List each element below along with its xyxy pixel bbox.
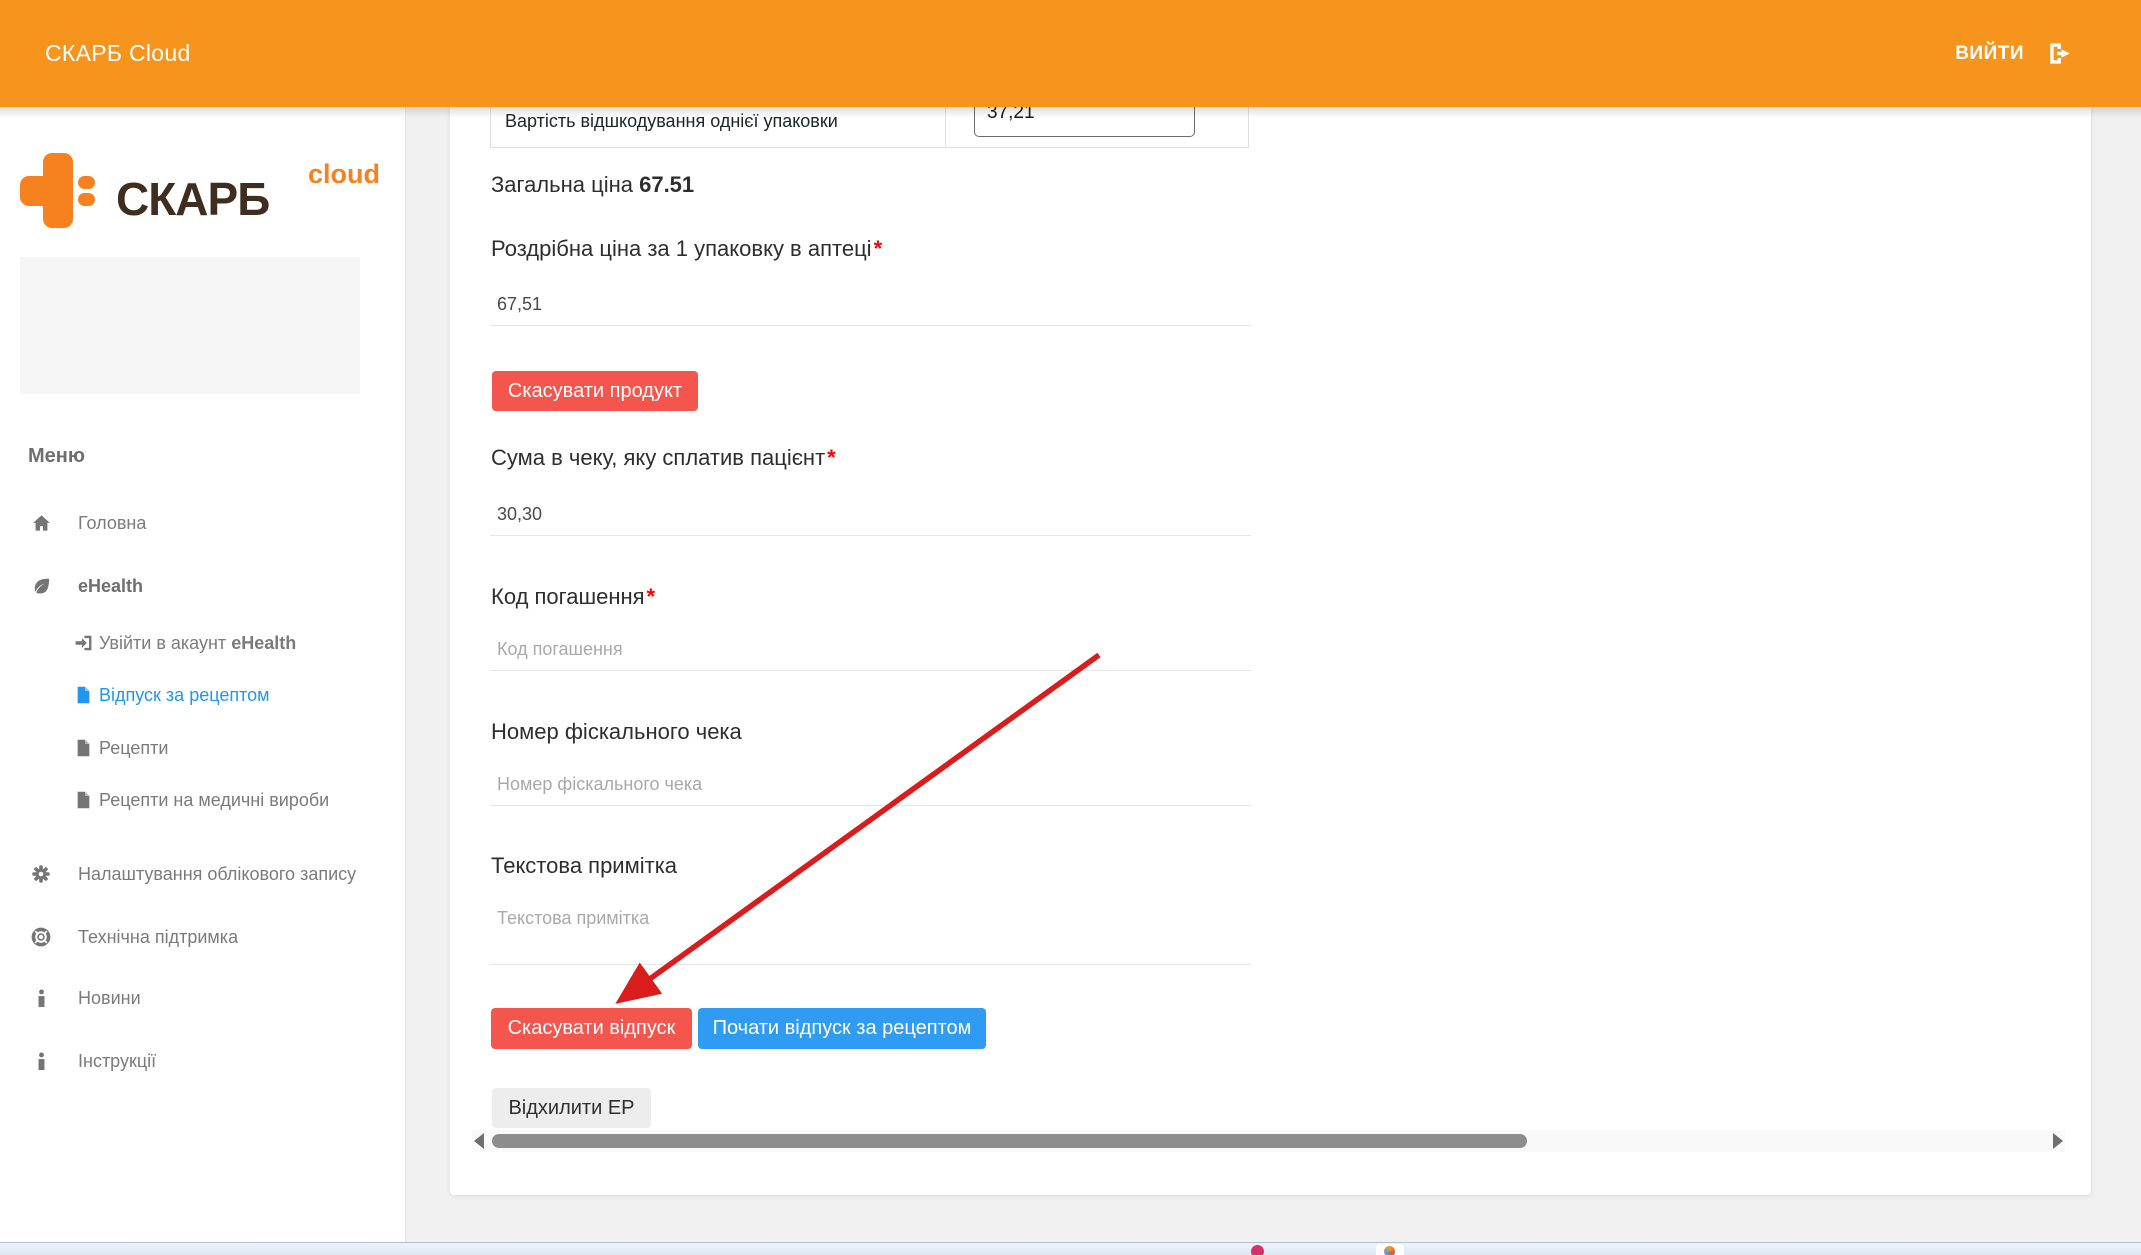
sidebar-logo[interactable]: СКАРБ cloud [20,153,390,233]
logo-superscript: cloud [308,159,380,190]
sidebar-item-label: Новини [78,988,141,1009]
info-icon [30,1052,52,1071]
text-note-label: Текстова примітка [491,853,677,879]
total-price-line: Загальна ціна 67.51 [491,172,694,198]
dispense-form-card: Вартість відшкодування однієї упаковки З… [450,0,2091,1195]
logout-icon [2048,42,2075,65]
sidebar-item-label: Технічна підтримка [78,927,238,948]
scroll-right-arrow-icon[interactable] [2053,1133,2063,1149]
retail-price-label: Роздрібна ціна за 1 упаковку в аптеці* [491,236,882,262]
retail-price-input[interactable] [490,284,1251,326]
scrollbar-thumb[interactable] [492,1134,1527,1148]
sidebar-placeholder-box [20,257,360,394]
file-icon [72,739,94,757]
leaf-icon [30,576,52,596]
sidebar-item-tech-support[interactable]: Технічна підтримка [30,924,238,950]
home-icon [30,514,52,533]
redeem-code-label: Код погашення* [491,584,655,610]
paid-sum-label: Сума в чеку, яку сплатив пацієнт* [491,445,836,471]
sidebar-item-instructions[interactable]: Інструкції [30,1048,156,1074]
taskbar-sliver [0,1242,2141,1255]
sidebar-item-dispense-by-prescription[interactable]: Відпуск за рецептом [72,682,270,708]
sidebar-item-label: eHealth [78,576,143,597]
redeem-code-input[interactable] [490,629,1251,671]
cancel-product-button[interactable]: Скасувати продукт [492,371,698,411]
required-asterisk: * [874,236,883,261]
sidebar-item-ehealth-login[interactable]: Увійти в акаунт eHealth [72,630,296,656]
sidebar-item-prescriptions[interactable]: Рецепти [72,735,168,761]
sidebar-item-label: Інструкції [78,1051,156,1072]
scroll-left-arrow-icon[interactable] [474,1133,484,1149]
file-icon [72,791,94,809]
sidebar-item-home[interactable]: Головна [30,510,146,536]
text-note-input[interactable] [490,898,1251,965]
menu-heading: Меню [28,445,85,468]
logo-text: СКАРБ [116,172,269,226]
sidebar: СКАРБ cloud Меню Головна eHealth Увійти в … [0,107,406,1243]
required-asterisk: * [827,445,836,470]
package-cost-label: Вартість відшкодування однієї упаковки [505,111,838,132]
logout-button[interactable]: ВИЙТИ [1955,42,2075,65]
sidebar-item-label: Головна [78,513,146,534]
sidebar-item-ehealth[interactable]: eHealth [30,573,143,599]
taskbar-browser-icon[interactable] [1384,1246,1395,1255]
gear-icon [30,864,52,884]
sidebar-item-label: Налаштування облікового запису [78,864,356,885]
cancel-dispense-button[interactable]: Скасувати відпуск [491,1008,692,1049]
total-price-value: 67.51 [639,172,694,197]
sidebar-item-label: Рецепти [99,738,168,759]
top-bar: СКАРБ Cloud ВИЙТИ [0,0,2141,107]
start-dispense-button[interactable]: Почати відпуск за рецептом [698,1008,986,1049]
sidebar-item-news[interactable]: Новини [30,985,141,1011]
fiscal-number-input[interactable] [490,764,1251,806]
taskbar-app-icon[interactable] [1251,1245,1264,1255]
sidebar-item-label: Відпуск за рецептом [99,685,270,706]
skarb-cross-icon [20,153,95,228]
file-icon [72,686,94,704]
info-icon [30,989,52,1008]
life-ring-icon [30,927,52,947]
paid-sum-input[interactable] [490,494,1251,536]
required-asterisk: * [647,584,656,609]
app-title: СКАРБ Cloud [45,40,191,67]
logout-label: ВИЙТИ [1955,43,2024,65]
reject-ep-button[interactable]: Відхилити ЕР [492,1088,651,1128]
sign-in-icon [72,634,94,652]
sidebar-item-label: Увійти в акаунт eHealth [99,633,296,654]
fiscal-number-label: Номер фіскального чека [491,719,742,745]
sidebar-item-medical-device-prescriptions[interactable]: Рецепти на медичні вироби [72,787,329,813]
horizontal-scrollbar[interactable] [472,1130,2065,1152]
sidebar-item-label: Рецепти на медичні вироби [99,790,329,811]
sidebar-item-account-settings[interactable]: Налаштування облікового запису [30,861,356,887]
app-window: СКАРБ Cloud ВИЙТИ СКАРБ cloud Меню Голов… [0,0,2141,1255]
